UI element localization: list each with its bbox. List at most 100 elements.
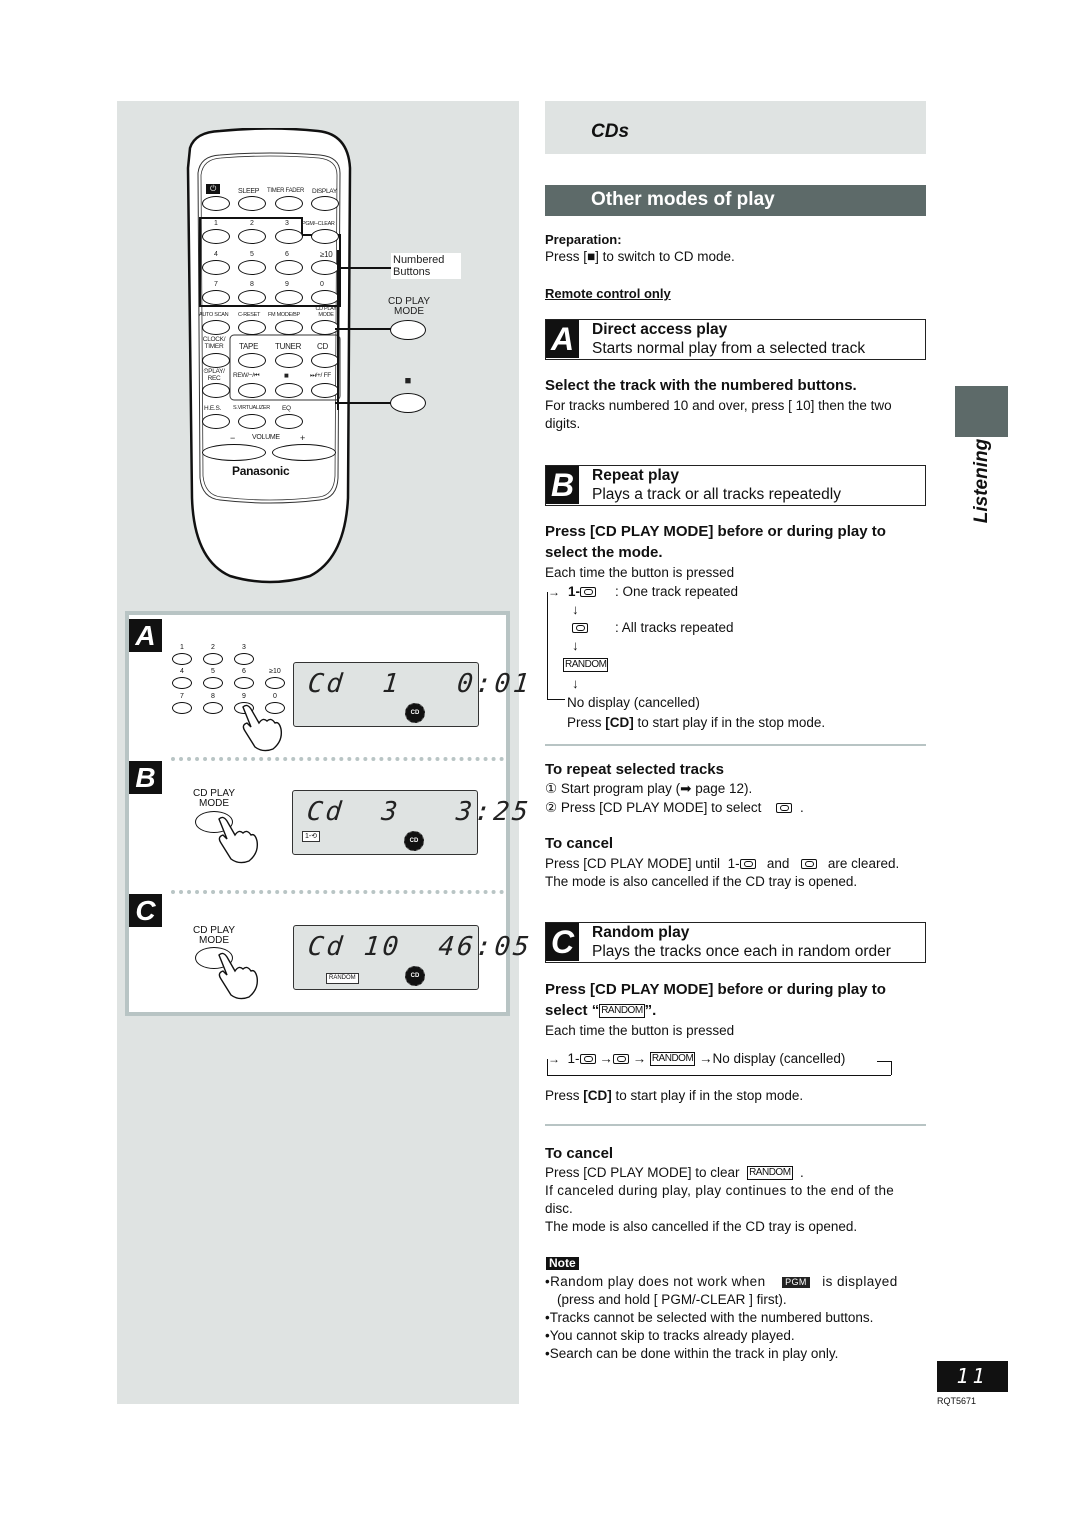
section-a-title: Direct access play [592,321,728,338]
remote-label-6: 6 [285,251,289,258]
illustration-box: A 1 2 3 4 5 6 ≥10 7 8 9 0 Cd 1 0:01 CD B… [125,611,533,1016]
timer-fader-button[interactable] [275,196,303,211]
remote-label-8: 8 [250,281,254,288]
svirtualizer-button[interactable] [238,414,266,429]
section-c-header: C Random play Plays the tracks once each… [545,922,926,963]
illus-key-5[interactable] [203,677,223,689]
clock-timer-button[interactable] [202,353,230,368]
remote-label-10plus: ≥10 [320,250,333,259]
cd-play-mode-callout-button[interactable] [390,320,426,340]
fm-mode-button[interactable] [275,320,303,335]
number-button-5[interactable] [238,260,266,275]
illus-key-label-4: 4 [180,668,184,675]
remote-only-label: Remote control only [545,286,671,301]
remote-control-illustration: ⏻ SLEEP TIMER FADER DISPLAY 1 2 3 PGM/−C… [180,128,358,584]
stop-callout-button[interactable] [390,393,426,413]
illus-key-7[interactable] [172,702,192,714]
auto-scan-button[interactable] [202,320,230,335]
cd-disc-icon: CD [405,703,425,723]
number-button-9[interactable] [275,290,303,305]
illus-key-label-0: 0 [273,693,277,700]
cd-play-mode-callout-label: CD PLAY MODE [387,296,431,317]
mode-all-repeat [572,619,588,637]
hes-button[interactable] [202,414,230,429]
illus-key-4[interactable] [172,677,192,689]
tape-button[interactable] [238,353,266,368]
flow-arrow-down: ↓ [572,638,579,653]
illus-key-2[interactable] [203,653,223,665]
divider-dotted [171,757,504,761]
remote-label-auto-scan: AUTO SCAN [199,312,229,318]
remote-label-eq: EQ [282,405,291,412]
volume-minus-label: − [230,433,235,443]
b-cancel-heading: To cancel [545,835,614,852]
note-badge: Note [546,1257,579,1270]
number-button-3[interactable] [275,229,303,244]
pointing-hand-icon [218,952,259,1000]
divider-dotted [171,890,504,894]
remote-label-tuner: TUNER [275,342,302,351]
c-reset-button[interactable] [238,320,266,335]
volume-down-button[interactable] [202,444,266,461]
number-button-8[interactable] [238,290,266,305]
illus-key-3[interactable] [234,653,254,665]
divider [545,744,926,746]
b-cancel-line-2: The mode is also cancelled if the CD tra… [545,874,858,889]
stop-callout-label: ■ [404,375,412,387]
stop-button[interactable] [275,383,303,398]
illus-key-label-7: 7 [180,693,184,700]
repeat-selected-heading: To repeat selected tracks [545,761,724,778]
section-a-detail-2: digits. [545,416,581,431]
flow-arrow-right: → [548,585,560,599]
b-cancel-line-1: Press [CD PLAY MODE] until 1- and are cl… [545,856,900,871]
display-button[interactable] [311,196,339,211]
lcd-display-b: Cd 3 3:25 1-⟲ CD [292,790,532,855]
mode-one-repeat: 1- [568,583,597,601]
volume-up-button[interactable] [272,444,336,461]
number-button-6[interactable] [275,260,303,275]
repeat-icon [776,803,793,814]
flow-loop-line [877,1061,891,1062]
remote-label-1: 1 [214,220,218,227]
illus-key-label-5: 5 [211,668,215,675]
illus-c-button-label: CD PLAY MODE [192,925,236,946]
flow-arrow-down: ↓ [572,676,579,691]
flow-loop-line [547,1075,891,1076]
section-b-letter: B [546,466,579,504]
illus-key-8[interactable] [203,702,223,714]
play-rec-button[interactable] [202,383,230,398]
page-title-bar: Other modes of play [545,185,926,216]
random-badge: RANDOM [563,658,609,673]
pointing-hand-icon [242,704,283,752]
volume-label: VOLUME [252,434,280,441]
tuner-button[interactable] [275,353,303,368]
remote-label-rew: REW/−/⏮ [233,372,260,379]
illus-key-1[interactable] [172,653,192,665]
section-header: CDs [545,101,926,154]
number-button-4[interactable] [202,260,230,275]
document-code: RQT5671 [937,1396,977,1406]
remote-label-pgm-clear: PGM/−CLEAR [302,221,335,227]
note-item: (press and hold [ PGM/-CLEAR ] first). [557,1292,787,1307]
remote-label-svirtualizer: S.VIRTUALIZER [233,405,270,411]
number-button-7[interactable] [202,290,230,305]
sleep-button[interactable] [238,196,266,211]
section-c-each-time: Each time the button is pressed [545,1023,735,1038]
repeat-icon [572,623,588,634]
random-badge: RANDOM [599,1004,645,1019]
lcd-display-c: Cd 10 46:05 RANDOM CD [293,925,533,990]
section-c-instruction-1: Press [CD PLAY MODE] before or during pl… [545,981,886,998]
illus-key-6[interactable] [234,677,254,689]
repeat-icon [612,1054,629,1065]
section-a-subtitle: Starts normal play from a selected track [592,340,866,357]
power-button[interactable] [202,196,230,211]
section-c-subtitle: Plays the tracks once each in random ord… [592,943,891,960]
number-button-2[interactable] [238,229,266,244]
note-item: •You cannot skip to tracks already playe… [545,1328,795,1343]
illus-key-10plus[interactable] [265,677,285,689]
section-b-instruction-2: select the mode. [545,544,663,561]
remote-label-9: 9 [285,281,289,288]
eq-button[interactable] [275,414,303,429]
rew-button[interactable] [238,383,266,398]
number-button-1[interactable] [202,229,230,244]
